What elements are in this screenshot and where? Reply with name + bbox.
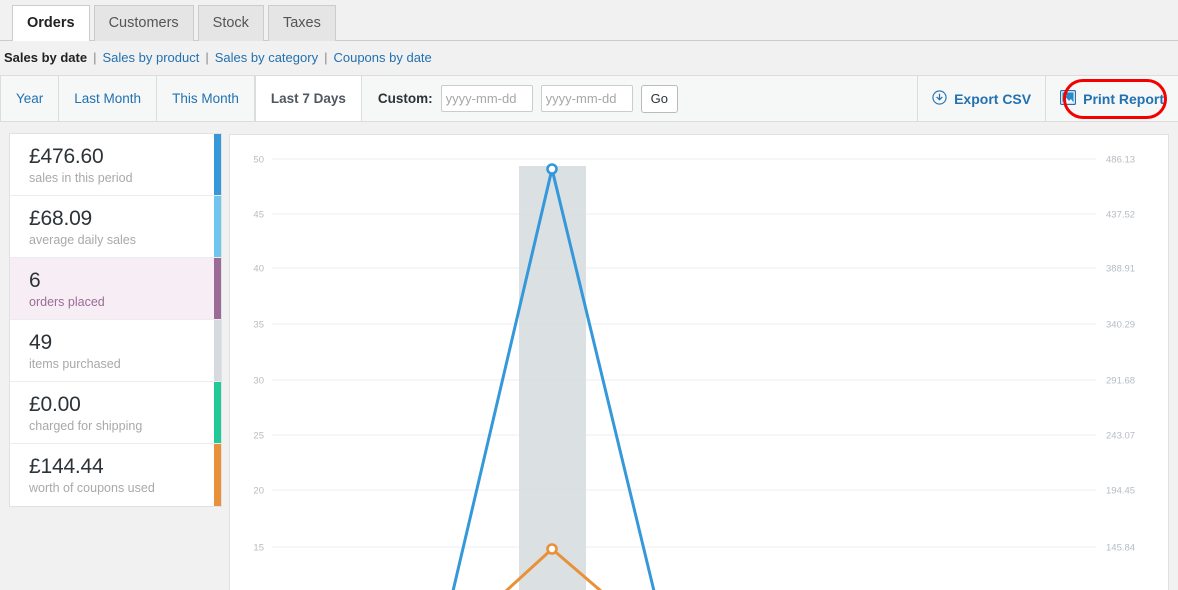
chart-selected-day-band (519, 166, 586, 590)
date-range-filters: YearLast MonthThis MonthLast 7 Days (0, 76, 362, 121)
range-filter-this-month[interactable]: This Month (157, 76, 255, 121)
chart-gridlines (272, 159, 1096, 547)
tab-customers[interactable]: Customers (94, 5, 194, 41)
summary-card-accent-bar (214, 444, 221, 506)
summary-card-value: 6 (29, 268, 207, 293)
sales-summary-list: £476.60sales in this period£68.09average… (9, 133, 222, 507)
summary-card-orders-placed[interactable]: 6orders placed (10, 258, 221, 320)
left-axis-tick-label: 40 (253, 264, 264, 275)
right-axis-tick-label: 194.45 (1106, 486, 1135, 497)
right-axis-tick-label: 291.68 (1106, 376, 1135, 387)
summary-card-label: sales in this period (29, 169, 207, 187)
toolbar-actions: Export CSV Print Report (917, 76, 1178, 121)
summary-card-items-purchased[interactable]: 49items purchased (10, 320, 221, 382)
summary-card-label: average daily sales (29, 231, 207, 249)
export-csv-button[interactable]: Export CSV (917, 76, 1045, 121)
subnav-separator: | (318, 50, 333, 65)
summary-card-sales-in-this-period[interactable]: £476.60sales in this period (10, 134, 221, 196)
chart-highlight-band (519, 166, 586, 590)
report-subnav: Sales by date|Sales by product|Sales by … (0, 41, 1178, 74)
sales-line-chart[interactable]: 50 45 40 35 30 25 20 15 486.13 437.52 388.91 340.2… (230, 135, 1168, 590)
subnav-item-coupons-by-date[interactable]: Coupons by date (333, 50, 431, 65)
report-toolbar: YearLast MonthThis MonthLast 7 Days Cust… (0, 75, 1178, 122)
right-axis-tick-label: 340.29 (1106, 320, 1135, 331)
right-axis-tick-label: 437.52 (1106, 210, 1135, 221)
report-tab-bar: OrdersCustomersStockTaxes (0, 0, 1178, 41)
summary-card-label: charged for shipping (29, 417, 207, 435)
summary-card-label: items purchased (29, 355, 207, 373)
summary-card-average-daily-sales[interactable]: £68.09average daily sales (10, 196, 221, 258)
report-tabs: OrdersCustomersStockTaxes (12, 5, 340, 41)
range-filter-last-7-days[interactable]: Last 7 Days (255, 76, 362, 121)
custom-range-label: Custom: (378, 91, 433, 106)
summary-card-value: £144.44 (29, 454, 207, 479)
image-print-icon (1060, 90, 1076, 108)
summary-card-value: 49 (29, 330, 207, 355)
series-point-marker-items-purchased[interactable] (548, 165, 557, 174)
print-report-label: Print Report (1083, 91, 1164, 107)
chart-right-axis-ticks: 486.13 437.52 388.91 340.29 291.68 243.07 194.… (1106, 155, 1135, 554)
summary-card-worth-of-coupons-used[interactable]: £144.44worth of coupons used (10, 444, 221, 506)
chart-left-axis-ticks: 50 45 40 35 30 25 20 15 (253, 155, 264, 554)
range-filter-year[interactable]: Year (0, 76, 59, 121)
summary-card-accent-bar (214, 382, 221, 443)
left-axis-tick-label: 25 (253, 431, 264, 442)
left-axis-tick-label: 45 (253, 210, 264, 221)
subnav-item-sales-by-date: Sales by date (4, 50, 87, 65)
right-axis-tick-label: 388.91 (1106, 264, 1135, 275)
print-report-button[interactable]: Print Report (1045, 76, 1178, 121)
left-axis-tick-label: 50 (253, 155, 264, 166)
summary-card-charged-for-shipping[interactable]: £0.00charged for shipping (10, 382, 221, 444)
summary-card-accent-bar (214, 134, 221, 195)
custom-range-group: Custom: Go (362, 76, 678, 121)
report-content: £476.60sales in this period£68.09average… (0, 122, 1178, 590)
subnav-separator: | (87, 50, 102, 65)
left-axis-tick-label: 15 (253, 543, 264, 554)
left-axis-tick-label: 35 (253, 320, 264, 331)
summary-card-label: orders placed (29, 293, 207, 311)
right-axis-tick-label: 145.84 (1106, 543, 1135, 554)
left-axis-tick-label: 20 (253, 486, 264, 497)
summary-card-value: £0.00 (29, 392, 207, 417)
custom-date-from-input[interactable] (441, 85, 533, 112)
right-axis-tick-label: 486.13 (1106, 155, 1135, 166)
summary-card-label: worth of coupons used (29, 479, 207, 497)
summary-card-value: £68.09 (29, 206, 207, 231)
custom-date-to-input[interactable] (541, 85, 633, 112)
subnav-item-sales-by-product[interactable]: Sales by product (103, 50, 200, 65)
range-filter-last-month[interactable]: Last Month (59, 76, 157, 121)
series-point-marker-sales-amount[interactable] (548, 545, 557, 554)
summary-card-accent-bar (214, 320, 221, 381)
tab-orders[interactable]: Orders (12, 5, 90, 41)
subnav-item-sales-by-category[interactable]: Sales by category (215, 50, 318, 65)
sales-chart-panel: 50 45 40 35 30 25 20 15 486.13 437.52 388.91 340.2… (229, 134, 1169, 590)
tab-taxes[interactable]: Taxes (268, 5, 336, 41)
subnav-separator: | (199, 50, 214, 65)
tab-stock[interactable]: Stock (198, 5, 264, 41)
summary-card-value: £476.60 (29, 144, 207, 169)
export-csv-label: Export CSV (954, 91, 1031, 107)
summary-card-accent-bar (214, 196, 221, 257)
go-button[interactable]: Go (641, 85, 678, 113)
summary-card-accent-bar (214, 258, 221, 319)
left-axis-tick-label: 30 (253, 376, 264, 387)
right-axis-tick-label: 243.07 (1106, 431, 1135, 442)
download-circle-icon (932, 90, 947, 108)
